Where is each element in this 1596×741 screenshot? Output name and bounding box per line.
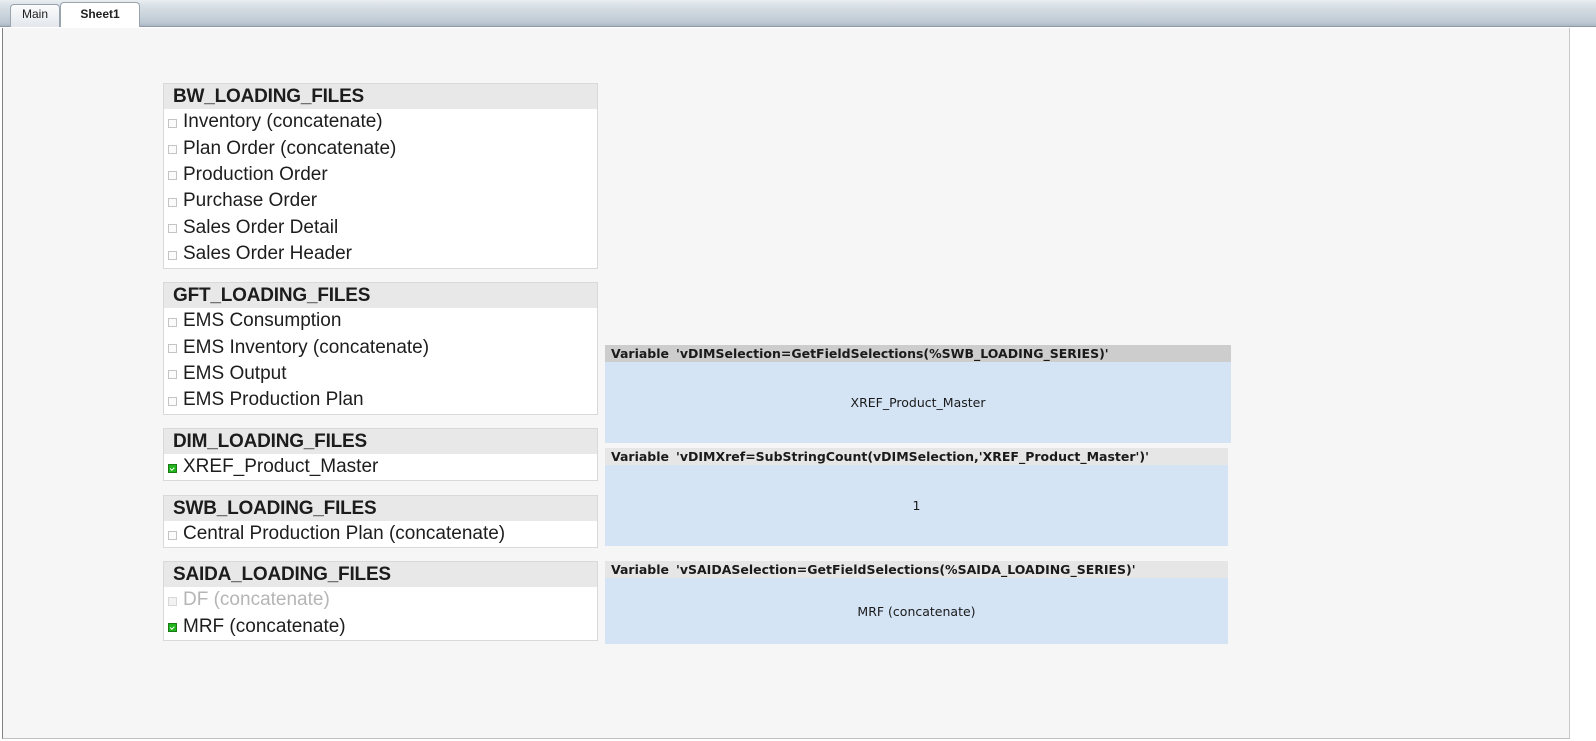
list-item-label: Sales Order Header: [183, 243, 352, 265]
list-item-label: Sales Order Detail: [183, 216, 339, 238]
list-item-label: XREF_Product_Master: [183, 456, 379, 478]
list-item[interactable]: MRF (concatenate): [164, 613, 597, 639]
list-item-label: EMS Output: [183, 362, 287, 384]
state-selected-icon: [168, 463, 177, 473]
variable-box-value: MRF (concatenate): [605, 578, 1228, 644]
list-item[interactable]: Purchase Order: [164, 188, 597, 214]
list-item[interactable]: Sales Order Header: [164, 241, 597, 267]
state-optional-icon: [168, 344, 177, 354]
variable-expression-label: 'vSAIDASelection=GetFieldSelections(%SAI…: [676, 562, 1136, 577]
variable-value-text: XREF_Product_Master: [850, 395, 986, 410]
state-selected-icon: [168, 623, 177, 633]
state-optional-icon: [168, 250, 177, 260]
listbox-caption: GFT_LOADING_FILES: [164, 283, 597, 308]
list-item-label: DF (concatenate): [183, 589, 330, 611]
list-item[interactable]: EMS Production Plan: [164, 387, 597, 413]
variable-box-vsaidaselection[interactable]: Variable 'vSAIDASelection=GetFieldSelecti…: [605, 561, 1228, 644]
listbox-saida-loading-files[interactable]: SAIDA_LOADING_FILES DF (concatenate) MRF…: [163, 561, 598, 641]
qlikview-document-window: Main Sheet1 BW_LOADING_FILES Inventory (…: [0, 0, 1596, 741]
variable-value-text: 1: [912, 498, 921, 513]
state-optional-icon: [168, 197, 177, 207]
sheet-tab-bar: Main Sheet1: [0, 0, 1596, 27]
list-item-label: EMS Consumption: [183, 310, 342, 332]
listbox-body: Central Production Plan (concatenate): [164, 521, 597, 548]
list-item[interactable]: DF (concatenate): [164, 587, 597, 613]
sheet-tab-sheet1[interactable]: Sheet1: [60, 2, 140, 27]
state-optional-icon: [168, 118, 177, 128]
list-item[interactable]: Plan Order (concatenate): [164, 135, 597, 161]
list-item-label: Production Order: [183, 163, 328, 185]
listbox-body: DF (concatenate) MRF (concatenate): [164, 587, 597, 640]
variable-box-caption: Variable 'vSAIDASelection=GetFieldSelecti…: [605, 561, 1228, 578]
list-item-label: EMS Production Plan: [183, 389, 364, 411]
listbox-caption: SWB_LOADING_FILES: [164, 496, 597, 521]
state-optional-icon: [168, 171, 177, 181]
variable-box-vdimselection[interactable]: Variable 'vDIMSelection=GetFieldSelection…: [605, 345, 1231, 443]
state-excluded-icon: [168, 596, 177, 606]
sheet-tab-main[interactable]: Main: [10, 4, 60, 27]
sheet-canvas: BW_LOADING_FILES Inventory (concatenate)…: [2, 28, 1570, 739]
list-item[interactable]: Central Production Plan (concatenate): [164, 521, 597, 547]
listbox-caption: DIM_LOADING_FILES: [164, 429, 597, 454]
listbox-caption: BW_LOADING_FILES: [164, 84, 597, 109]
listbox-bw-loading-files[interactable]: BW_LOADING_FILES Inventory (concatenate)…: [163, 83, 598, 269]
listbox-dim-loading-files[interactable]: DIM_LOADING_FILES XREF_Product_Master: [163, 428, 598, 481]
list-item[interactable]: Production Order: [164, 162, 597, 188]
variable-keyword-label: Variable: [611, 449, 670, 464]
list-item-label: Central Production Plan (concatenate): [183, 523, 506, 545]
variable-expression-label: 'vDIMXref=SubStringCount(vDIMSelection,'…: [676, 449, 1149, 464]
variable-box-caption: Variable 'vDIMSelection=GetFieldSelection…: [605, 345, 1231, 362]
listbox-swb-loading-files[interactable]: SWB_LOADING_FILES Central Production Pla…: [163, 495, 598, 548]
list-item-label: EMS Inventory (concatenate): [183, 336, 430, 358]
variable-keyword-label: Variable: [611, 562, 670, 577]
list-item[interactable]: EMS Inventory (concatenate): [164, 334, 597, 360]
variable-value-text: MRF (concatenate): [857, 603, 976, 619]
variable-box-value: XREF_Product_Master: [605, 362, 1231, 443]
state-optional-icon: [168, 396, 177, 406]
list-item[interactable]: XREF_Product_Master: [164, 454, 597, 480]
state-optional-icon: [168, 145, 177, 155]
variable-expression-label: 'vDIMSelection=GetFieldSelections(%SWB_L…: [676, 346, 1109, 361]
list-item-label: MRF (concatenate): [183, 615, 346, 637]
listbox-body: Inventory (concatenate) Plan Order (conc…: [164, 109, 597, 268]
state-optional-icon: [168, 370, 177, 380]
listbox-body: EMS Consumption EMS Inventory (concatena…: [164, 308, 597, 414]
list-item-label: Purchase Order: [183, 190, 318, 212]
list-item-label: Inventory (concatenate): [183, 111, 383, 133]
listbox-gft-loading-files[interactable]: GFT_LOADING_FILES EMS Consumption EMS In…: [163, 282, 598, 415]
state-optional-icon: [168, 530, 177, 540]
variable-keyword-label: Variable: [611, 346, 670, 361]
variable-box-value: 1: [605, 465, 1228, 546]
list-item[interactable]: Sales Order Detail: [164, 215, 597, 241]
state-optional-icon: [168, 224, 177, 234]
variable-box-vdimxref[interactable]: Variable 'vDIMXref=SubStringCount(vDIMSel…: [605, 448, 1228, 546]
listbox-caption: SAIDA_LOADING_FILES: [164, 562, 597, 587]
list-item[interactable]: EMS Consumption: [164, 308, 597, 334]
listbox-body: XREF_Product_Master: [164, 454, 597, 481]
list-item[interactable]: Inventory (concatenate): [164, 109, 597, 135]
state-optional-icon: [168, 317, 177, 327]
variable-box-caption: Variable 'vDIMXref=SubStringCount(vDIMSel…: [605, 448, 1228, 465]
list-item[interactable]: EMS Output: [164, 361, 597, 387]
list-item-label: Plan Order (concatenate): [183, 137, 397, 159]
